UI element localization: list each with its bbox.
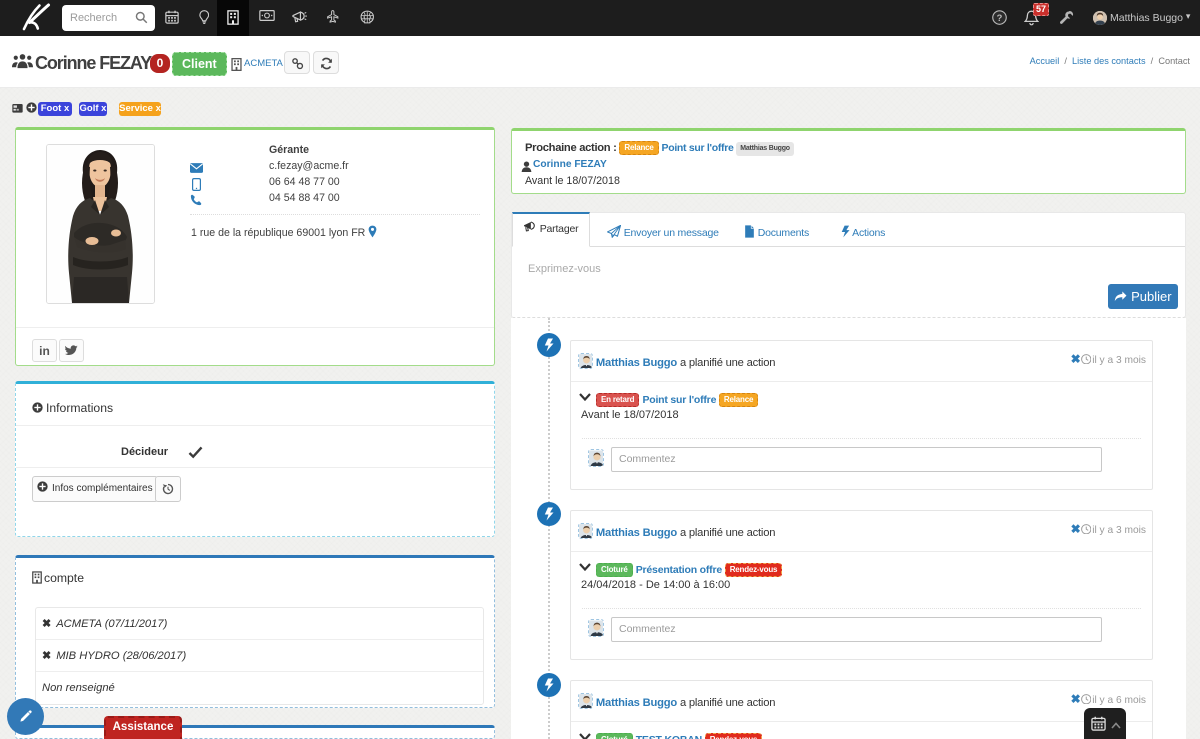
svg-text:?: ? <box>996 13 1002 23</box>
